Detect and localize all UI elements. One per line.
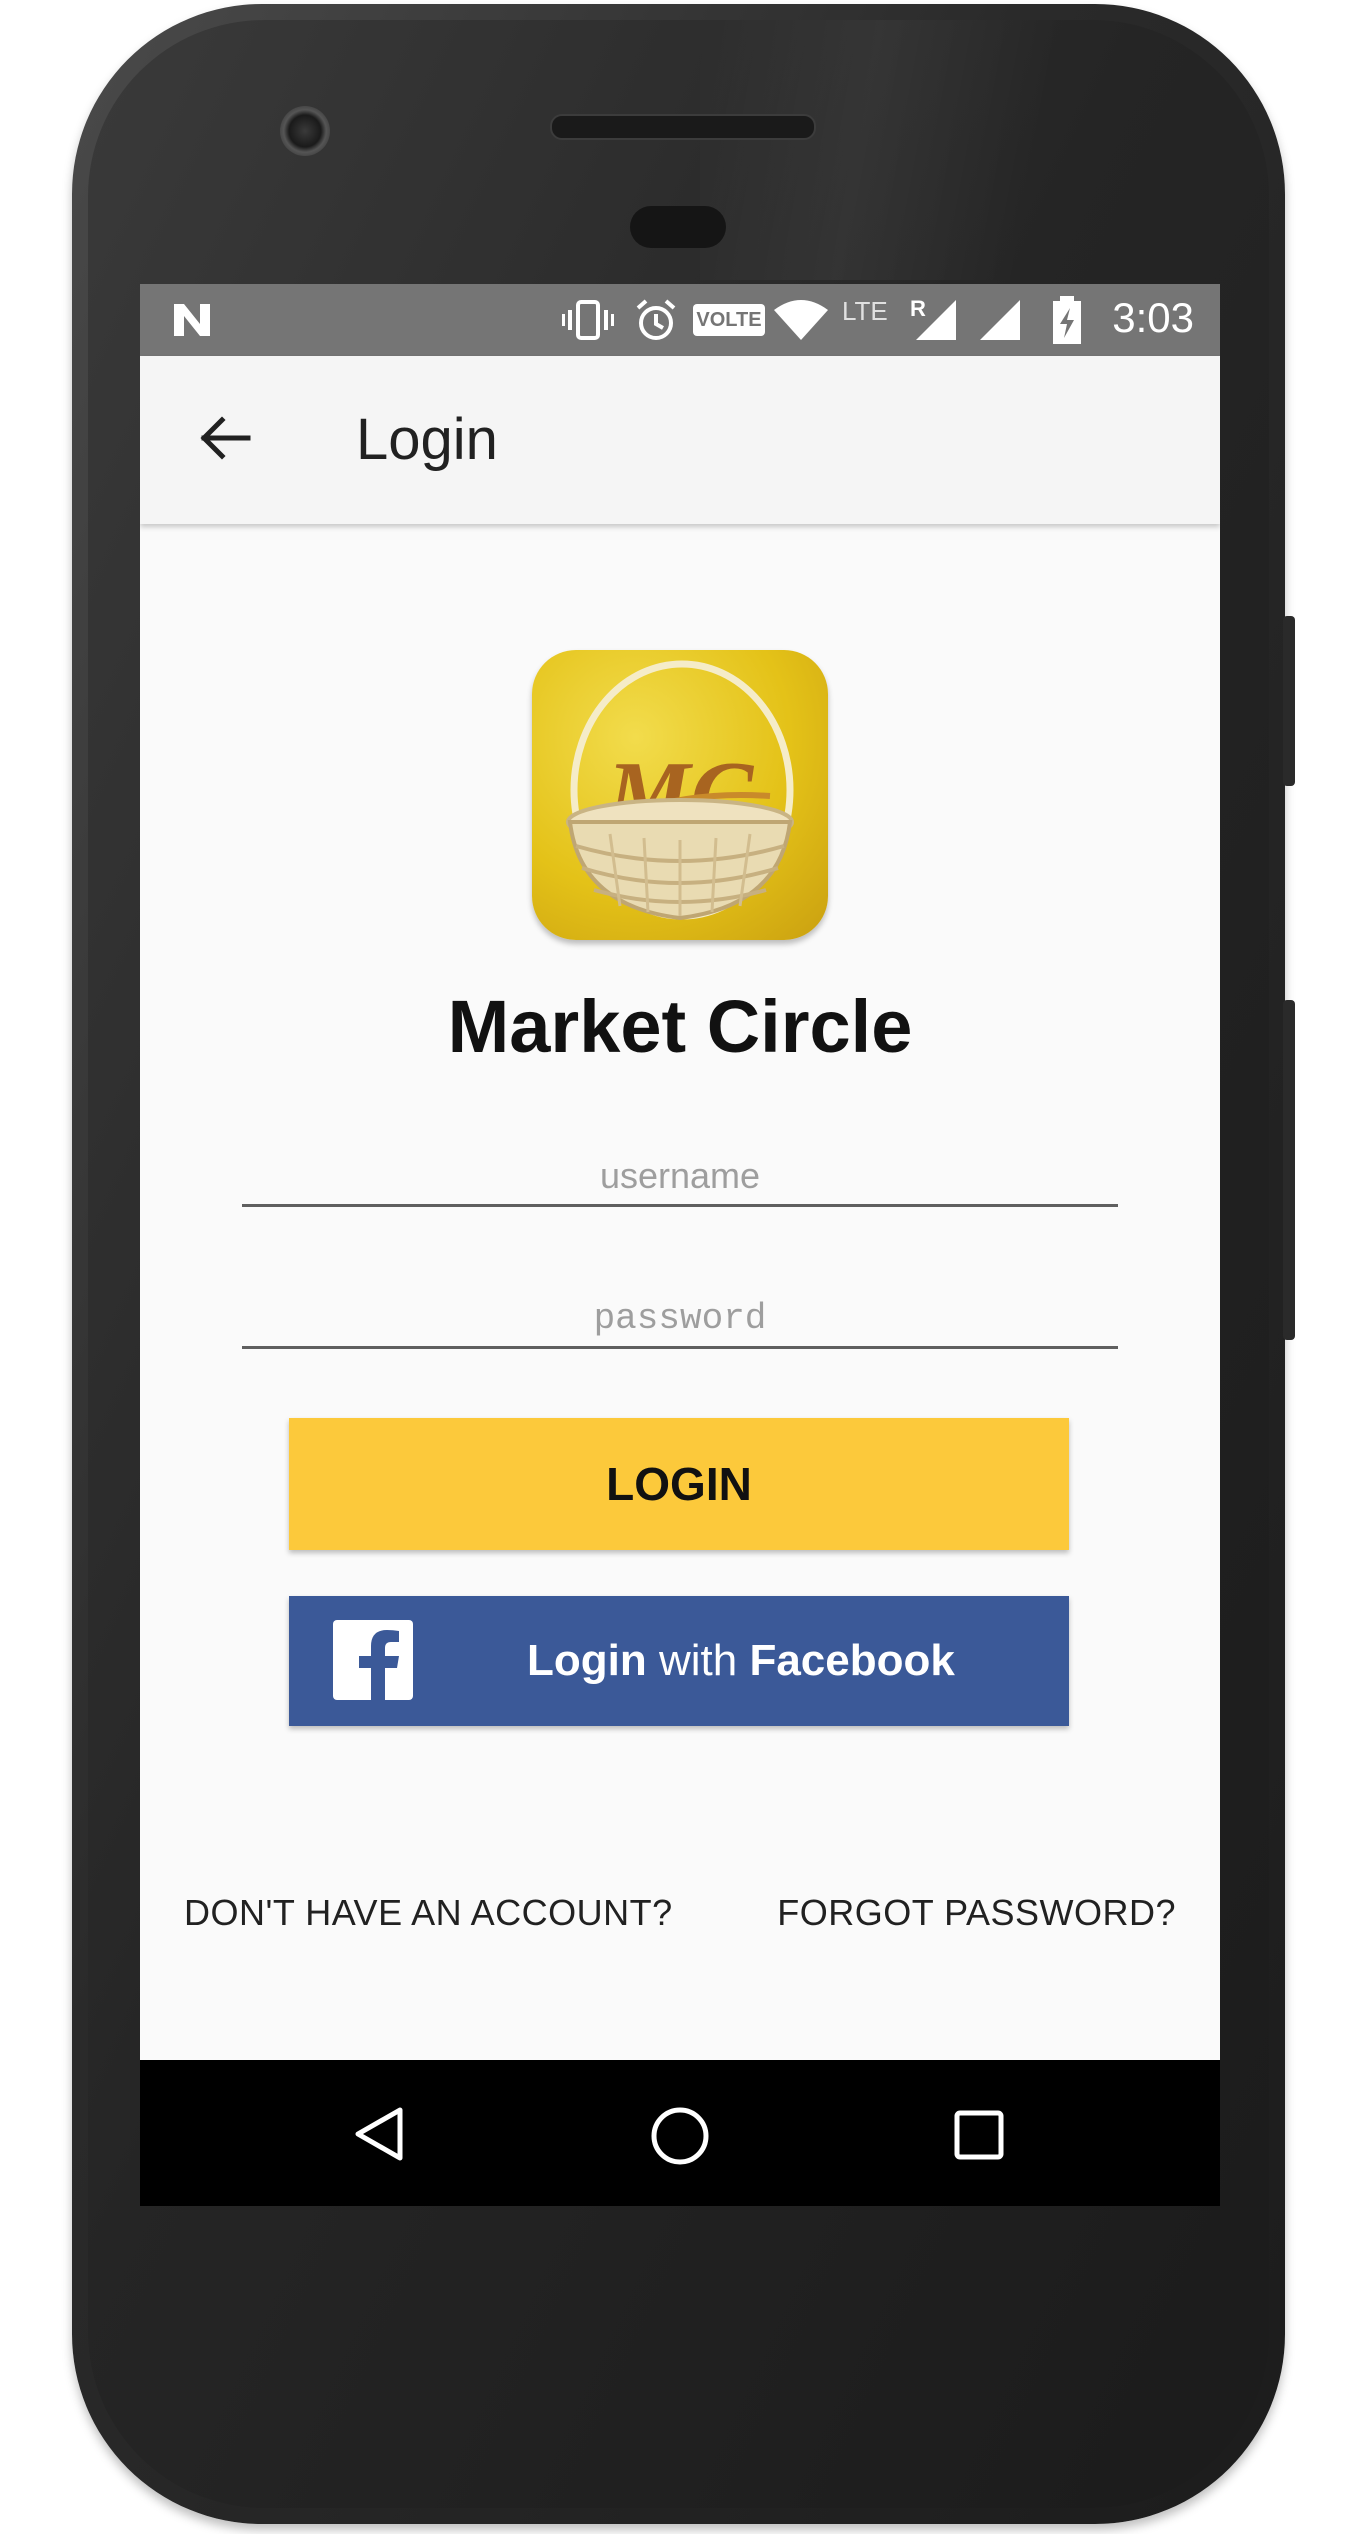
- power-button: [1283, 616, 1295, 786]
- facebook-login-button[interactable]: Login with Facebook: [289, 1596, 1069, 1726]
- password-field[interactable]: [242, 1290, 1118, 1349]
- facebook-login-brand: Facebook: [749, 1636, 955, 1685]
- signup-link[interactable]: DON'T HAVE AN ACCOUNT?: [184, 1892, 673, 1934]
- status-time: 3:03: [1112, 294, 1194, 341]
- phone-sheen: [700, 20, 1260, 280]
- navigation-bar: [140, 2060, 1220, 2206]
- app-bar: Login: [140, 356, 1220, 524]
- earpiece-speaker: [550, 114, 816, 140]
- app-logo: MC: [532, 650, 828, 940]
- nav-recents-icon[interactable]: [952, 2108, 1008, 2164]
- signal-roaming-icon: [916, 300, 956, 340]
- login-button[interactable]: LOGIN: [289, 1418, 1069, 1550]
- password-input[interactable]: [242, 1290, 1118, 1346]
- front-camera: [280, 106, 330, 156]
- volte-badge: VOLTE: [693, 304, 765, 336]
- facebook-login-mid: with: [658, 1636, 738, 1685]
- facebook-login-label: Login with Facebook: [527, 1596, 955, 1726]
- alarm-icon: [636, 299, 676, 340]
- nav-back-icon[interactable]: [350, 2104, 410, 2164]
- facebook-logo-icon: [333, 1620, 413, 1700]
- status-bar: VOLTE LTE R 3:03: [140, 284, 1220, 356]
- notification-n-icon: [174, 304, 210, 336]
- facebook-login-prefix: Login: [527, 1636, 647, 1685]
- username-field[interactable]: [242, 1148, 1118, 1207]
- nav-home-icon[interactable]: [648, 2104, 712, 2168]
- vibrate-icon: [562, 300, 614, 340]
- signal-icon: [980, 300, 1020, 340]
- wifi-icon: [774, 300, 828, 340]
- forgot-password-link[interactable]: FORGOT PASSWORD?: [777, 1892, 1176, 1934]
- app-name: Market Circle: [447, 985, 913, 1068]
- basket-logo-icon: MC: [566, 660, 794, 921]
- back-arrow-icon[interactable]: [196, 408, 256, 468]
- username-input[interactable]: [242, 1148, 1118, 1204]
- screen: VOLTE LTE R 3:03 Login MC Market Circle …: [140, 284, 1220, 2206]
- lte-label: LTE: [842, 296, 888, 326]
- page-title: Login: [356, 407, 498, 472]
- battery-charging-icon: [1053, 296, 1081, 344]
- proximity-sensor: [630, 206, 726, 248]
- volume-button: [1283, 1000, 1295, 1340]
